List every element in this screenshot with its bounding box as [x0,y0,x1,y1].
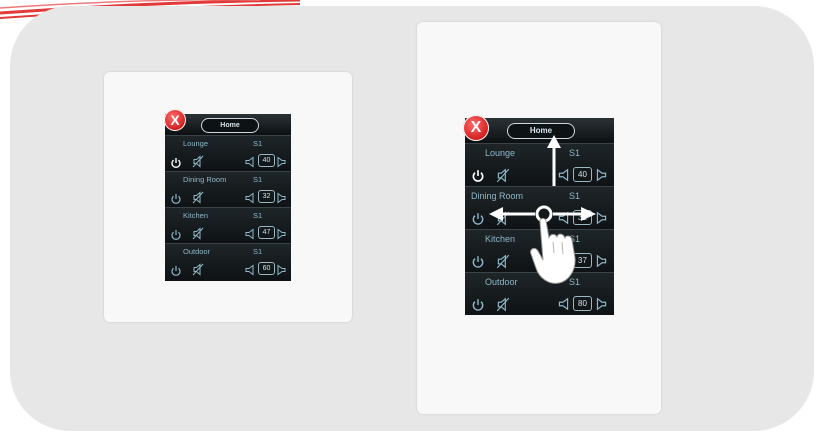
volume-down-icon[interactable] [557,254,570,273]
mute-icon[interactable] [496,211,510,231]
zone-source[interactable]: S1 [253,247,262,256]
mute-icon[interactable] [496,254,510,274]
mute-icon[interactable] [192,263,204,281]
mute-icon[interactable] [496,168,510,188]
volume-down-icon[interactable] [557,168,570,187]
volume-down-icon[interactable] [244,263,255,281]
keypad-screen-small: Home Lounge S1 40 Dining Room S1 32 Kitc… [165,114,291,281]
volume-level: 80 [573,296,592,311]
volume-down-icon[interactable] [557,297,570,315]
zone-source[interactable]: S1 [569,234,580,244]
volume-level: 32 [258,190,275,203]
volume-level: 37 [573,253,592,268]
zone-row-kitchen[interactable]: Kitchen S1 37 [465,229,614,273]
zone-source[interactable]: S1 [253,175,262,184]
volume-up-icon[interactable] [595,168,608,187]
volume-level: 47 [258,226,275,239]
mute-icon[interactable] [496,297,510,315]
zone-name: Lounge [183,139,209,148]
zone-source[interactable]: S1 [569,277,580,287]
volume-up-icon[interactable] [595,254,608,273]
close-button-small[interactable]: X [164,109,186,131]
zone-name: Outdoor [485,277,518,287]
volume-down-icon[interactable] [557,211,570,230]
power-icon[interactable] [170,264,182,281]
volume-up-icon[interactable] [276,263,287,281]
zone-row-lounge[interactable]: Lounge S1 40 [165,135,291,172]
zone-name: Outdoor [183,247,211,256]
volume-up-icon[interactable] [595,297,608,315]
zone-name: Lounge [485,148,516,158]
zone-row-outdoor[interactable]: Outdoor S1 80 [465,272,614,315]
keypad-screen-large: Home Lounge S1 40 Dining Room S1 32 Kitc… [465,118,614,315]
home-button[interactable]: Home [201,118,259,133]
zone-source[interactable]: S1 [569,191,580,201]
zone-name: Kitchen [485,234,516,244]
zone-row-dining-room[interactable]: Dining Room S1 32 [165,171,291,208]
zone-source[interactable]: S1 [569,148,580,158]
zone-name: Kitchen [183,211,209,220]
volume-level: 40 [573,167,592,182]
volume-level: 40 [258,154,275,167]
power-icon[interactable] [471,298,485,315]
zone-name: Dining Room [471,191,524,201]
zone-source[interactable]: S1 [253,211,262,220]
zone-source[interactable]: S1 [253,139,262,148]
zone-row-dining-room[interactable]: Dining Room S1 32 [465,186,614,230]
zone-row-kitchen[interactable]: Kitchen S1 47 [165,207,291,244]
volume-level: 60 [258,262,275,275]
volume-level: 32 [573,210,592,225]
volume-up-icon[interactable] [595,211,608,230]
home-button[interactable]: Home [507,123,575,139]
zone-row-lounge[interactable]: Lounge S1 40 [465,143,614,187]
zone-row-outdoor[interactable]: Outdoor S1 60 [165,243,291,280]
close-button-large[interactable]: X [463,115,489,141]
zone-name: Dining Room [183,175,227,184]
